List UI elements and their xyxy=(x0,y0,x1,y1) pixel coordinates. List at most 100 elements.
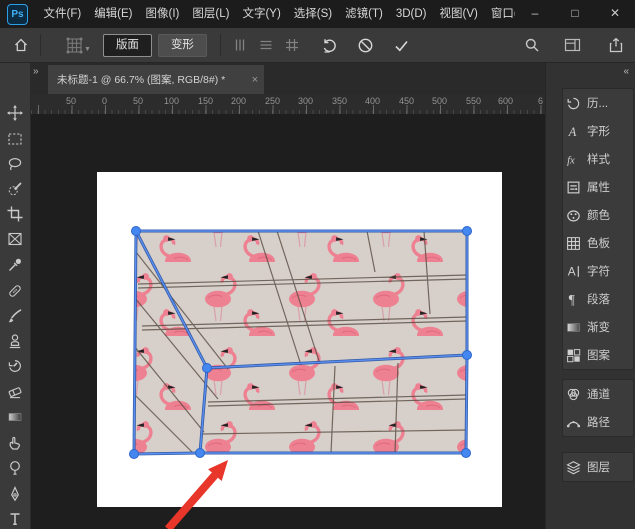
gradient-icon xyxy=(566,320,581,335)
horizontal-ruler: 50 0 50 100 150 200 250 300 350 400 450 … xyxy=(30,94,545,115)
panel-item-color[interactable]: 颜色 xyxy=(563,201,633,229)
tools-panel xyxy=(0,62,31,529)
paragraph-icon: ¶ xyxy=(566,292,581,307)
reset-icon[interactable] xyxy=(317,32,343,58)
ruler-tick-label: 50 xyxy=(66,96,77,106)
panel-label: 图案 xyxy=(587,350,610,362)
ruler-tick-label: 600 xyxy=(498,96,514,106)
menu-filter[interactable]: 滤镜(T) xyxy=(339,0,390,28)
eyedropper-tool-icon[interactable] xyxy=(7,257,23,273)
panel-item-patterns[interactable]: 图案 xyxy=(563,341,633,369)
svg-text:¶: ¶ xyxy=(569,292,575,307)
document-tab[interactable]: 未标题-1 @ 66.7% (图案, RGB/8#) * × xyxy=(48,65,264,94)
panel-label: 字符 xyxy=(587,266,610,278)
close-button[interactable]: ✕ xyxy=(595,0,635,28)
brush-tool-icon[interactable] xyxy=(7,308,23,324)
menu-3d[interactable]: 3D(D) xyxy=(389,0,433,28)
menu-image[interactable]: 图像(I) xyxy=(139,0,186,28)
warp-handle-inner[interactable] xyxy=(202,363,212,373)
document-tab-bar: » 未标题-1 @ 66.7% (图案, RGB/8#) * × xyxy=(30,62,545,95)
panel-item-character[interactable]: A 字符 xyxy=(563,257,633,285)
panel-item-swatches[interactable]: 色板 xyxy=(563,229,633,257)
type-tool-icon[interactable] xyxy=(7,511,23,527)
quick-selection-tool-icon[interactable] xyxy=(7,181,23,197)
right-panel-dock: « 历... A 字形 fx 样式 属性 颜色 色板 A 字符 ¶ 段落 渐变 … xyxy=(545,62,635,529)
panel-group-3: 图层 xyxy=(562,452,634,482)
warp-handle-bottom-mid[interactable] xyxy=(195,448,205,458)
menu-type[interactable]: 文字(Y) xyxy=(236,0,287,28)
maximize-button[interactable]: □ xyxy=(555,0,595,28)
menu-view[interactable]: 视图(V) xyxy=(433,0,484,28)
horizontal-split-icon[interactable] xyxy=(253,32,279,58)
ruler-tick-label: 100 xyxy=(164,96,180,106)
warp-handle-bottom-right[interactable] xyxy=(461,448,471,458)
spot-healing-brush-tool-icon[interactable] xyxy=(7,283,23,299)
panel-label: 色板 xyxy=(587,238,610,250)
warp-handle-top-left[interactable] xyxy=(131,226,141,236)
layout-mode-button[interactable]: 版面 xyxy=(102,33,152,57)
ruler-tick-label: 450 xyxy=(399,96,415,106)
panel-group-2: 通道 路径 xyxy=(562,379,634,437)
panel-item-paragraph[interactable]: ¶ 段落 xyxy=(563,285,633,313)
warp-handle-top-right[interactable] xyxy=(462,226,472,236)
vertical-split-icon[interactable] xyxy=(227,32,253,58)
workspace-icon[interactable] xyxy=(559,32,585,58)
collapse-panel-chevron-icon[interactable]: « xyxy=(623,66,628,77)
pen-tool-icon[interactable] xyxy=(7,486,23,502)
ruler-tick-label: 6 xyxy=(538,96,544,106)
minimize-button[interactable]: – xyxy=(515,0,555,28)
dodge-tool-icon[interactable] xyxy=(7,460,23,476)
share-icon[interactable] xyxy=(603,32,629,58)
crop-tool-icon[interactable] xyxy=(7,206,23,222)
panel-item-layers[interactable]: 图层 xyxy=(563,453,633,481)
panel-item-channels[interactable]: 通道 xyxy=(563,380,633,408)
warp-handle-mid-right[interactable] xyxy=(462,350,472,360)
smudge-tool-icon[interactable] xyxy=(7,435,23,451)
home-icon[interactable] xyxy=(8,32,34,58)
warp-handle-bottom-left[interactable] xyxy=(129,449,139,459)
move-tool-icon[interactable] xyxy=(7,105,23,121)
flamingo-pattern-image[interactable] xyxy=(130,226,472,458)
options-bar: ▼ 版面 变形 xyxy=(0,28,635,63)
menu-bar: Ps 文件(F) 编辑(E) 图像(I) 图层(L) 文字(Y) 选择(S) 滤… xyxy=(0,0,635,28)
canvas-viewport[interactable] xyxy=(30,114,545,529)
menu-layer[interactable]: 图层(L) xyxy=(186,0,236,28)
tool-caret-icon: ▼ xyxy=(84,45,91,53)
frame-tool-icon[interactable] xyxy=(7,231,23,247)
menu-select[interactable]: 选择(S) xyxy=(287,0,338,28)
canvas[interactable] xyxy=(30,166,545,529)
svg-text:A: A xyxy=(568,124,577,138)
lasso-tool-icon[interactable] xyxy=(7,156,23,172)
panel-item-properties[interactable]: 属性 xyxy=(563,173,633,201)
clone-stamp-tool-icon[interactable] xyxy=(7,333,23,349)
grid-icon[interactable] xyxy=(279,32,305,58)
history-brush-tool-icon[interactable] xyxy=(7,358,23,374)
cancel-icon[interactable] xyxy=(353,32,379,58)
gradient-tool-icon[interactable] xyxy=(7,409,23,425)
panel-item-history[interactable]: 历... xyxy=(563,89,633,117)
rectangular-marquee-tool-icon[interactable] xyxy=(7,131,23,147)
ruler-tick-label: 250 xyxy=(265,96,281,106)
menu-file[interactable]: 文件(F) xyxy=(37,0,88,28)
glyphs-icon: A xyxy=(566,124,581,139)
search-icon[interactable] xyxy=(519,32,545,58)
window-controls: – □ ✕ xyxy=(515,0,635,28)
tab-close-icon[interactable]: × xyxy=(246,74,264,86)
warp-mode-button[interactable]: 变形 xyxy=(157,33,207,57)
tab-overflow-chevron-icon[interactable]: » xyxy=(33,66,38,77)
panel-label: 路径 xyxy=(587,417,610,429)
menu-edit[interactable]: 编辑(E) xyxy=(88,0,139,28)
panel-label: 渐变 xyxy=(587,322,610,334)
photoshop-logo: Ps xyxy=(7,3,28,25)
commit-icon[interactable] xyxy=(389,32,415,58)
panel-label: 历... xyxy=(587,98,609,110)
panel-item-styles[interactable]: fx 样式 xyxy=(563,145,633,173)
layers-icon xyxy=(566,460,581,475)
ruler-tick-label: 500 xyxy=(432,96,448,106)
panel-item-paths[interactable]: 路径 xyxy=(563,408,633,436)
ruler-tick-label: 300 xyxy=(298,96,314,106)
panel-item-glyphs[interactable]: A 字形 xyxy=(563,117,633,145)
styles-icon: fx xyxy=(566,152,581,167)
eraser-tool-icon[interactable] xyxy=(7,383,23,399)
panel-item-gradients[interactable]: 渐变 xyxy=(563,313,633,341)
